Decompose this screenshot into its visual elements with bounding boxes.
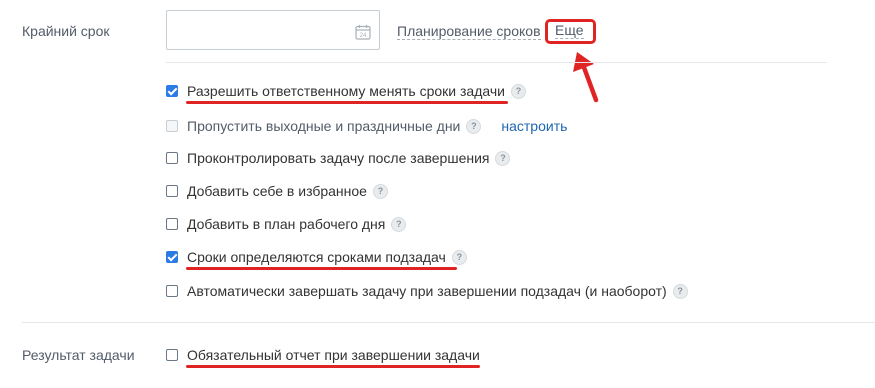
option-auto-complete-subtasks[interactable]: Автоматически завершать задачу при завер… [166,281,688,301]
help-icon[interactable]: ? [451,249,467,265]
help-icon[interactable]: ? [466,118,482,134]
annotation-underline [186,267,457,270]
help-icon[interactable]: ? [510,83,526,99]
annotation-highlight-box [545,19,596,44]
option-deadlines-from-subtasks[interactable]: Сроки определяются сроками подзадач ? [166,247,467,267]
option-label: Обязательный отчет при завершении задачи [187,347,480,363]
checkbox-control-after-completion[interactable] [166,152,178,164]
checkbox-mandatory-report[interactable] [166,349,178,361]
checkbox-add-to-favorites[interactable] [166,185,178,197]
help-icon[interactable]: ? [372,183,388,199]
option-label: Автоматически завершать задачу при завер… [187,283,667,299]
help-icon[interactable]: ? [495,150,511,166]
option-control-after-completion[interactable]: Проконтролировать задачу после завершени… [166,148,511,168]
calendar-day-number: 24 [360,33,367,39]
option-label: Добавить себе в избранное [187,183,367,199]
deadline-label: Крайний срок [22,23,110,39]
divider [166,62,827,63]
checkbox-add-to-day-plan[interactable] [166,218,178,230]
help-icon[interactable]: ? [391,216,407,232]
deadline-date-input[interactable]: 24 [166,10,380,50]
help-icon[interactable]: ? [672,283,688,299]
option-label: Пропустить выходные и праздничные дни [187,118,461,134]
option-skip-weekends: Пропустить выходные и праздничные дни ? … [166,116,567,136]
divider [22,322,875,323]
task-result-label: Результат задачи [22,347,135,363]
planning-deadlines-link[interactable]: Планирование сроков [397,23,541,40]
calendar-icon[interactable]: 24 [355,24,371,40]
annotation-underline [186,365,480,368]
option-add-to-day-plan[interactable]: Добавить в план рабочего дня ? [166,214,407,234]
option-label: Разрешить ответственному менять сроки за… [187,83,505,99]
checkbox-skip-weekends [166,120,178,132]
option-label: Добавить в план рабочего дня [187,216,386,232]
checkbox-deadlines-from-subtasks[interactable] [166,251,178,263]
annotation-underline [186,101,508,104]
option-add-to-favorites[interactable]: Добавить себе в избранное ? [166,181,388,201]
option-label: Проконтролировать задачу после завершени… [187,150,490,166]
option-mandatory-report[interactable]: Обязательный отчет при завершении задачи [166,345,480,365]
checkbox-auto-complete-subtasks[interactable] [166,285,178,297]
annotation-arrow-icon [573,52,599,103]
task-settings-panel: Крайний срок 24 Планирование сроков Еще … [0,0,875,388]
option-allow-change-deadline[interactable]: Разрешить ответственному менять сроки за… [166,81,526,101]
configure-link[interactable]: настроить [501,118,567,134]
option-label: Сроки определяются сроками подзадач [187,249,446,265]
checkbox-allow-change-deadline[interactable] [166,85,178,97]
